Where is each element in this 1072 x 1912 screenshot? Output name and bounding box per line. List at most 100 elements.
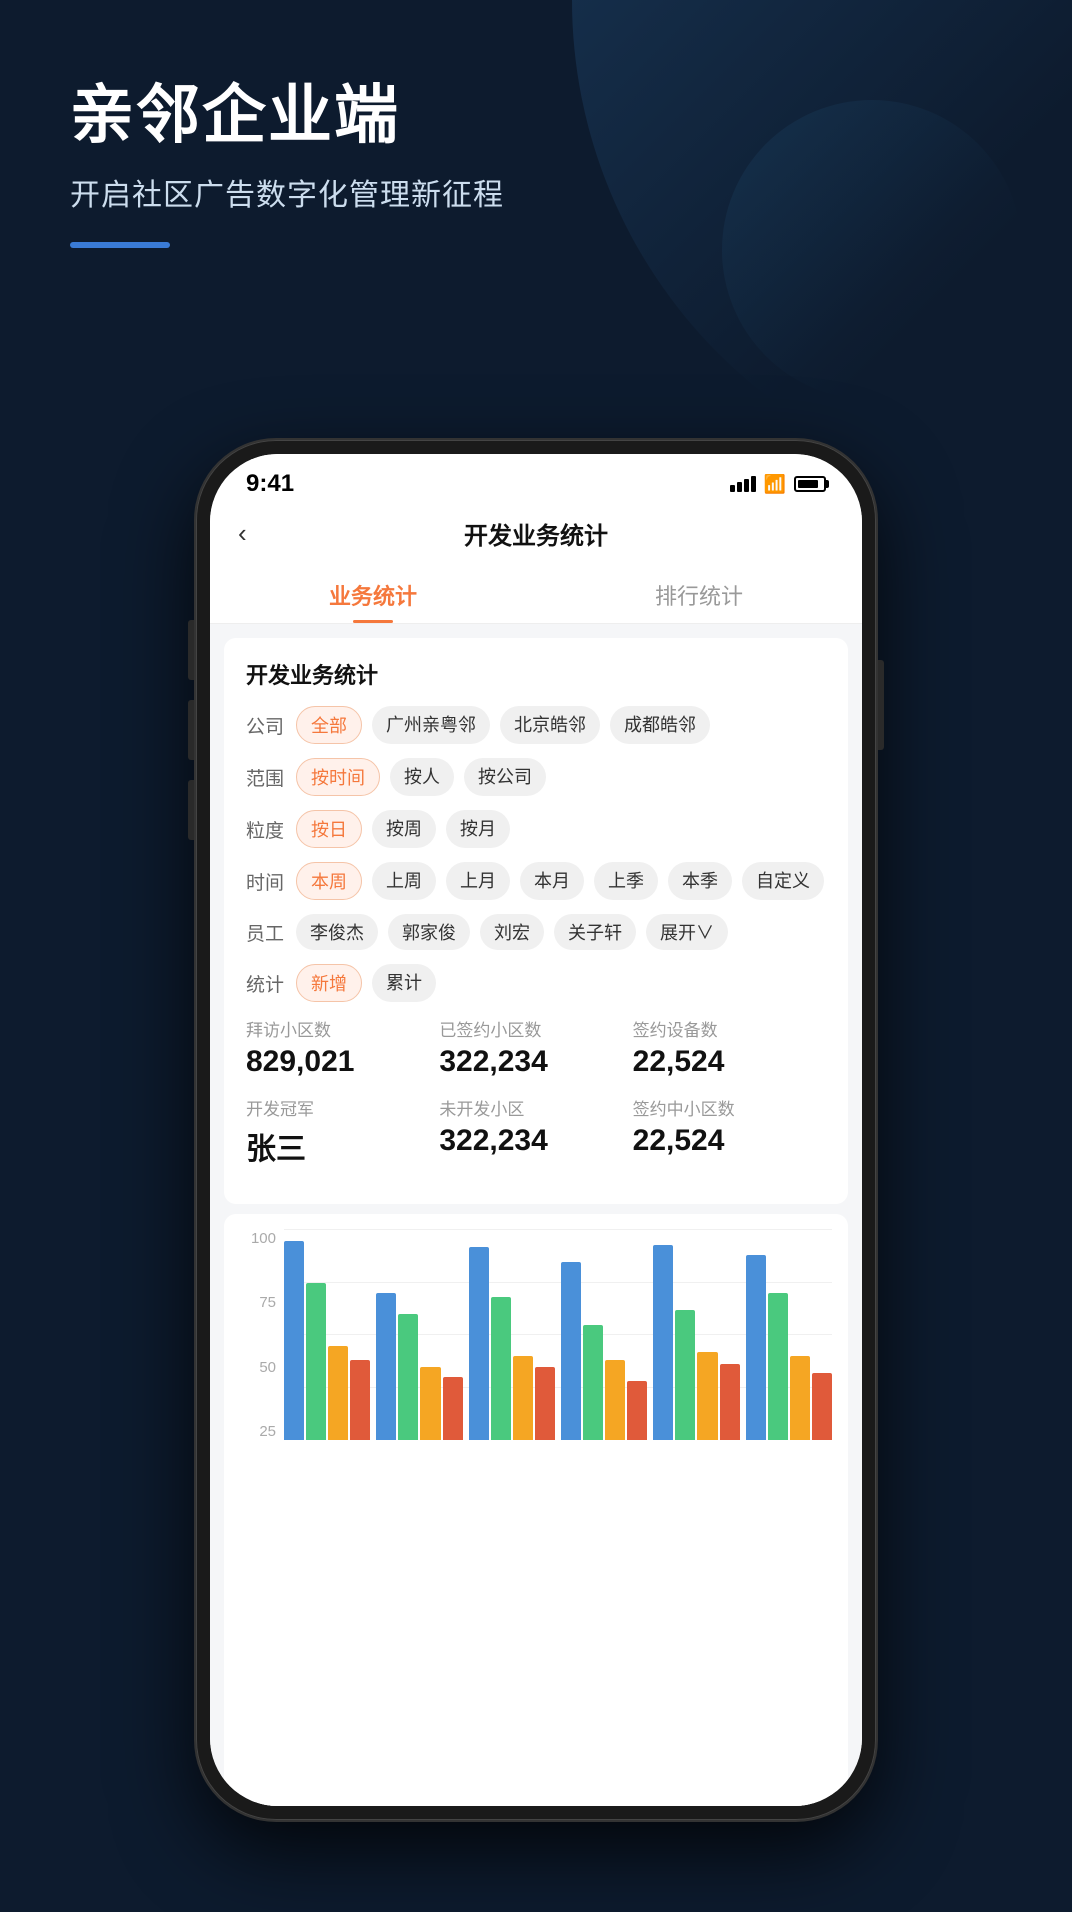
stats-numbers: 拜访小区数 829,021 已签约小区数 322,234 签约设备数 22,52… — [246, 1016, 826, 1168]
tag-beijing[interactable]: 北京皓邻 — [500, 706, 600, 744]
tag-last-week[interactable]: 上周 — [372, 862, 436, 900]
phone-outer-frame: 9:41 📶 ‹ 开发业务统计 — [196, 440, 876, 1820]
bar-2-2 — [513, 1356, 533, 1440]
stat-label-in-progress: 签约中小区数 — [633, 1095, 826, 1120]
tag-by-time[interactable]: 按时间 — [296, 758, 380, 796]
stat-visited-communities: 拜访小区数 829,021 — [246, 1016, 439, 1079]
bar-5-0 — [746, 1255, 766, 1440]
bar-1-1 — [398, 1314, 418, 1440]
tag-chengdu[interactable]: 成都皓邻 — [610, 706, 710, 744]
filter-label-company: 公司 — [246, 712, 296, 739]
filter-label-granularity: 粒度 — [246, 816, 296, 843]
stats-row-2: 开发冠军 张三 未开发小区 322,234 签约中小区数 22,524 — [246, 1095, 826, 1168]
stat-champion: 开发冠军 张三 — [246, 1095, 439, 1168]
tag-this-month[interactable]: 本月 — [520, 862, 584, 900]
tab-ranking-stats[interactable]: 排行统计 — [536, 565, 862, 623]
filter-label-time: 时间 — [246, 868, 296, 895]
header-section: 亲邻企业端 开启社区广告数字化管理新征程 — [70, 80, 504, 248]
y-axis: 25 50 75 100 — [240, 1230, 276, 1440]
bar-0-3 — [350, 1360, 370, 1440]
tag-this-quarter[interactable]: 本季 — [668, 862, 732, 900]
tag-all[interactable]: 全部 — [296, 706, 362, 744]
tag-employee-4[interactable]: 关子轩 — [554, 914, 636, 950]
stat-value-signed: 322,234 — [439, 1045, 632, 1079]
stat-undeveloped: 未开发小区 322,234 — [439, 1095, 632, 1168]
tag-this-week[interactable]: 本周 — [296, 862, 362, 900]
tag-by-month[interactable]: 按月 — [446, 810, 510, 848]
tag-employee-3[interactable]: 刘宏 — [480, 914, 544, 950]
back-button[interactable]: ‹ — [238, 518, 278, 549]
app-title: 亲邻企业端 — [70, 80, 504, 150]
tag-last-month[interactable]: 上月 — [446, 862, 510, 900]
y-label-100: 100 — [240, 1230, 276, 1247]
app-subtitle: 开启社区广告数字化管理新征程 — [70, 170, 504, 214]
nav-title: 开发业务统计 — [278, 516, 794, 551]
bar-5-1 — [768, 1293, 788, 1440]
tag-cumulative[interactable]: 累计 — [372, 964, 436, 1002]
tag-by-day[interactable]: 按日 — [296, 810, 362, 848]
signal-bar-3 — [744, 479, 749, 492]
filter-label-employee: 员工 — [246, 919, 296, 946]
stats-row-1: 拜访小区数 829,021 已签约小区数 322,234 签约设备数 22,52… — [246, 1016, 826, 1079]
phone-screen: 9:41 📶 ‹ 开发业务统计 — [210, 454, 862, 1806]
stat-value-devices: 22,524 — [633, 1045, 826, 1079]
phone-mockup: 9:41 📶 ‹ 开发业务统计 — [196, 440, 876, 1840]
bar-5-3 — [812, 1373, 832, 1440]
bar-4-3 — [720, 1364, 740, 1440]
y-label-25: 25 — [240, 1423, 276, 1440]
bar-group-3 — [561, 1230, 647, 1440]
filter-tags-stats-type: 新增 累计 — [296, 964, 826, 1002]
bar-0-2 — [328, 1346, 348, 1441]
bar-3-3 — [627, 1381, 647, 1440]
bar-4-0 — [653, 1245, 673, 1440]
tabs-row: 业务统计 排行统计 — [210, 565, 862, 624]
tab-business-stats[interactable]: 业务统计 — [210, 565, 536, 623]
battery-icon — [794, 476, 826, 492]
bar-1-3 — [443, 1377, 463, 1440]
filter-employee: 员工 李俊杰 郭家俊 刘宏 关子轩 展开∨ — [246, 914, 826, 950]
bar-group-5 — [746, 1230, 832, 1440]
stat-in-progress: 签约中小区数 22,524 — [633, 1095, 826, 1168]
stat-signed-communities: 已签约小区数 322,234 — [439, 1016, 632, 1079]
tag-expand[interactable]: 展开∨ — [646, 914, 728, 950]
filter-granularity: 粒度 按日 按周 按月 — [246, 810, 826, 848]
status-bar: 9:41 📶 — [210, 454, 862, 506]
tag-employee-2[interactable]: 郭家俊 — [388, 914, 470, 950]
tag-guangzhou[interactable]: 广州亲粤邻 — [372, 706, 490, 744]
bar-2-3 — [535, 1367, 555, 1441]
bar-group-1 — [376, 1230, 462, 1440]
filter-tags-employee: 李俊杰 郭家俊 刘宏 关子轩 展开∨ — [296, 914, 826, 950]
stat-label-visited: 拜访小区数 — [246, 1016, 439, 1041]
signal-bar-2 — [737, 482, 742, 492]
bar-group-0 — [284, 1230, 370, 1440]
stat-label-signed: 已签约小区数 — [439, 1016, 632, 1041]
y-label-75: 75 — [240, 1294, 276, 1311]
wifi-icon: 📶 — [764, 474, 786, 495]
tag-by-person[interactable]: 按人 — [390, 758, 454, 796]
chart-area: 25 50 75 100 — [224, 1214, 848, 1806]
bg-decoration-2 — [722, 100, 1022, 400]
filter-tags-range: 按时间 按人 按公司 — [296, 758, 826, 796]
y-label-50: 50 — [240, 1359, 276, 1376]
battery-fill — [798, 480, 818, 488]
stat-value-champion: 张三 — [246, 1124, 439, 1168]
filter-stats-type: 统计 新增 累计 — [246, 964, 826, 1002]
tag-by-company[interactable]: 按公司 — [464, 758, 546, 796]
bar-group-4 — [653, 1230, 739, 1440]
nav-bar: ‹ 开发业务统计 — [210, 506, 862, 565]
filter-label-stats-type: 统计 — [246, 970, 296, 997]
accent-bar — [70, 242, 170, 248]
stat-value-visited: 829,021 — [246, 1045, 439, 1079]
signal-icon — [730, 476, 756, 492]
tag-last-quarter[interactable]: 上季 — [594, 862, 658, 900]
signal-bar-4 — [751, 476, 756, 492]
tag-new[interactable]: 新增 — [296, 964, 362, 1002]
bar-3-2 — [605, 1360, 625, 1440]
tag-by-week[interactable]: 按周 — [372, 810, 436, 848]
filter-tags-company: 全部 广州亲粤邻 北京皓邻 成都皓邻 — [296, 706, 826, 744]
tag-employee-1[interactable]: 李俊杰 — [296, 914, 378, 950]
filter-label-range: 范围 — [246, 764, 296, 791]
filter-company: 公司 全部 广州亲粤邻 北京皓邻 成都皓邻 — [246, 706, 826, 744]
tag-custom[interactable]: 自定义 — [742, 862, 824, 900]
status-icons: 📶 — [730, 474, 826, 495]
